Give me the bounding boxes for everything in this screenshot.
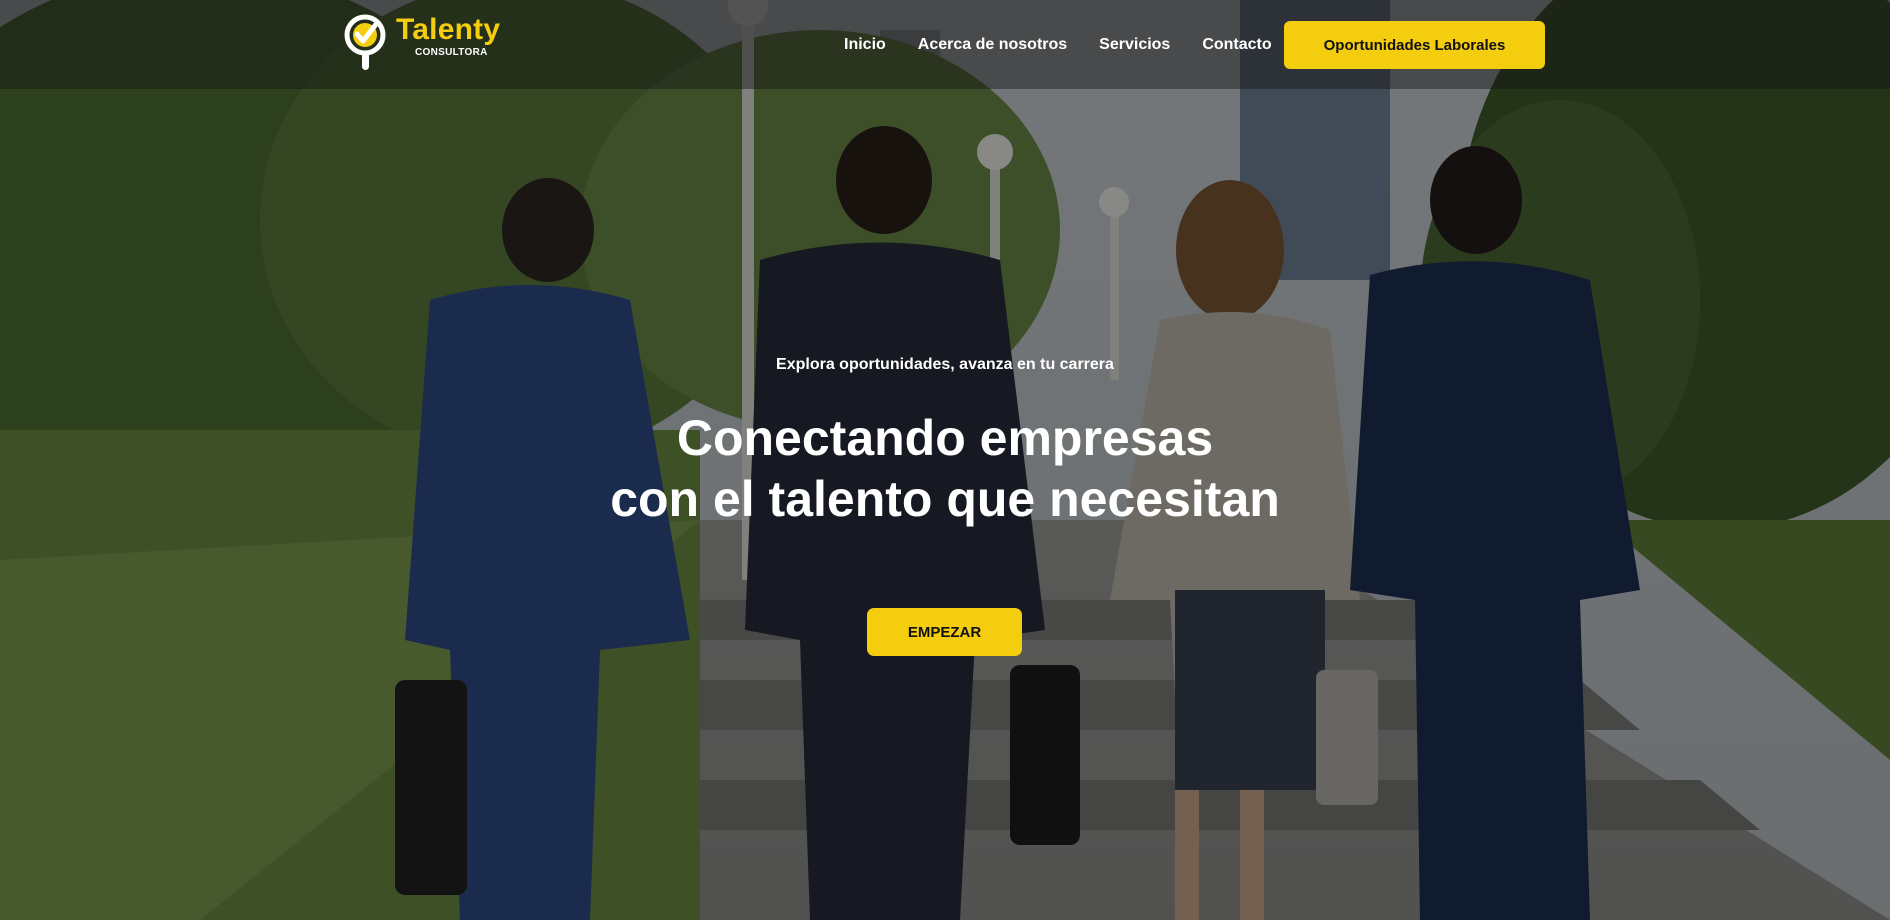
oportunidades-laborales-button[interactable]: Oportunidades Laborales bbox=[1284, 21, 1545, 69]
hero-headline-line2: con el talento que necesitan bbox=[610, 471, 1280, 527]
brand-name: Talenty bbox=[396, 13, 501, 46]
nav-item-inicio[interactable]: Inicio bbox=[844, 35, 886, 55]
main-nav: Inicio Acerca de nosotros Servicios Cont… bbox=[844, 35, 1272, 55]
empezar-button[interactable]: EMPEZAR bbox=[867, 608, 1022, 656]
nav-item-servicios[interactable]: Servicios bbox=[1099, 35, 1170, 55]
magnifier-check-icon bbox=[344, 14, 386, 70]
brand-logo[interactable]: Talenty CONSULTORA bbox=[344, 14, 500, 72]
hero-section: Talenty CONSULTORA Inicio Acerca de noso… bbox=[0, 0, 1890, 920]
hero-headline-line1: Conectando empresas bbox=[676, 410, 1214, 466]
site-header: Talenty CONSULTORA Inicio Acerca de noso… bbox=[0, 0, 1890, 89]
nav-item-acerca[interactable]: Acerca de nosotros bbox=[918, 35, 1067, 55]
nav-item-contacto[interactable]: Contacto bbox=[1202, 35, 1271, 55]
brand-text: Talenty CONSULTORA bbox=[396, 13, 501, 59]
brand-subtitle: CONSULTORA bbox=[415, 47, 488, 58]
hero-headline: Conectando empresas con el talento que n… bbox=[0, 408, 1890, 530]
hero-tagline: Explora oportunidades, avanza en tu carr… bbox=[776, 356, 1114, 373]
